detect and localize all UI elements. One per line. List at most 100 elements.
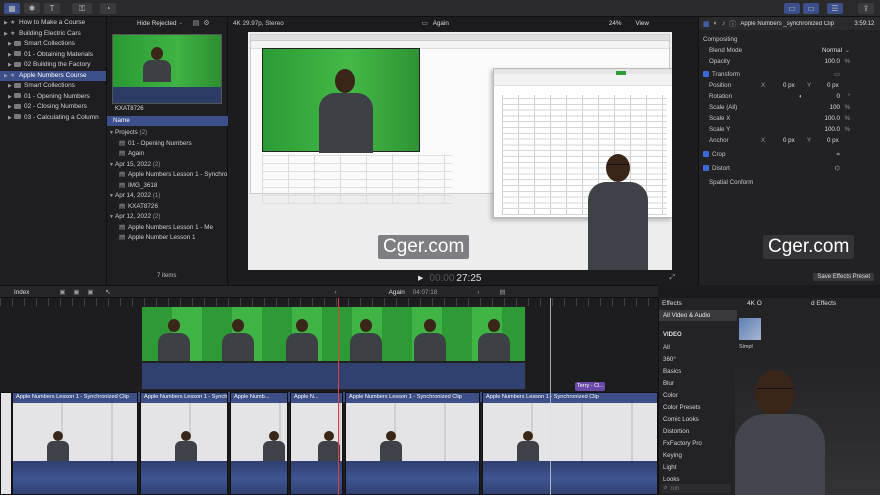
browser-group[interactable]: ▼Apr 14, 2022 (1)	[109, 191, 227, 202]
primary-clip[interactable]: Apple Numbers Lesson 1 - Synchronized Cl…	[345, 392, 480, 495]
audio-skimming-icon[interactable]: ▤	[499, 289, 505, 296]
connected-clip-video[interactable]	[141, 306, 526, 362]
save-effects-preset-button[interactable]: Save Effects Preset	[813, 273, 874, 281]
clip-thumbnail[interactable]	[112, 34, 222, 104]
compositing-section[interactable]: Compositing	[703, 34, 880, 45]
titles-toggle-icon[interactable]: T	[44, 3, 60, 14]
library-item[interactable]: ▶ Smart Collections	[0, 81, 106, 92]
library-item[interactable]: ▶ ★ How to Make a Course	[0, 18, 106, 29]
position-row[interactable]: Position X 0 px Y 0 px	[703, 80, 880, 91]
play-button[interactable]: ▶	[418, 274, 423, 282]
library-item[interactable]: ▶ ★ Apple Numbers Course	[0, 70, 106, 81]
library-item[interactable]: ▶ 02 - Closing Numbers	[0, 102, 106, 113]
select-tool-icon[interactable]: ↖	[105, 289, 110, 296]
browser-clip-item[interactable]: ▤ Apple Number Lesson 1	[109, 233, 227, 244]
blend-mode-row[interactable]: Blend Mode Normal ⌄	[703, 45, 880, 56]
effects-category-header[interactable]: All Video & Audio	[659, 310, 737, 321]
key-icon[interactable]: ⚿	[72, 3, 92, 14]
browser-clip-item[interactable]: ▤ Again	[109, 149, 227, 160]
info-inspector-icon[interactable]: ⓘ	[729, 19, 736, 29]
opacity-row[interactable]: Opacity 100.0 %	[703, 56, 880, 67]
settings-icon[interactable]: ⚙	[203, 19, 209, 27]
layout-inspector-icon[interactable]: ☰	[827, 3, 843, 14]
effects-category[interactable]: 360°	[659, 354, 739, 366]
color-inspector-icon[interactable]: ◐	[714, 20, 718, 27]
viewer: 4K 29.97p, Stereo ▭ Again 24% View Cger.…	[228, 17, 698, 285]
filmstrip-frame-shirt	[222, 333, 254, 361]
photos-toggle-icon[interactable]: ✱	[24, 3, 40, 14]
library-item[interactable]: ▶ 01 - Obtaining Materials	[0, 50, 106, 61]
group-count: (2)	[139, 129, 148, 136]
effects-search-input[interactable]	[671, 484, 727, 493]
filter-dropdown[interactable]: Hide Rejected	[137, 20, 177, 27]
scale-y-row[interactable]: Scale Y 100.0 %	[703, 124, 880, 135]
effects-category[interactable]: Keying	[659, 450, 739, 462]
primary-clip[interactable]: Apple Numbers Lesson 1 - Synchronized Cl…	[140, 392, 228, 495]
primary-clip[interactable]: Apple Numbers Lesson 1 - Synchronized Cl…	[12, 392, 138, 495]
filmstrip-frame-shirt	[414, 333, 446, 361]
filmstrip-frame-shirt	[158, 333, 190, 361]
browser-group[interactable]: ▼Apr 15, 2022 (2)	[109, 160, 227, 171]
library-item[interactable]: ▶ 02 Building the Factory	[0, 60, 106, 71]
filmstrip-icon[interactable]: ▤	[193, 19, 200, 27]
folder-icon	[14, 82, 21, 88]
share-icon[interactable]: ⇪	[858, 3, 874, 14]
insert-clip-icon[interactable]: ▣	[73, 289, 79, 296]
library-item[interactable]: ▶ Smart Collections	[0, 39, 106, 50]
append-clip-icon[interactable]: ▣	[59, 289, 65, 296]
crop-section[interactable]: Crop ⌗	[703, 149, 880, 160]
spatial-conform-section[interactable]: Spatial Conform	[703, 177, 880, 188]
effects-category[interactable]: Color Presets	[659, 402, 739, 414]
effects-category[interactable]: Blur	[659, 378, 739, 390]
audio-inspector-icon[interactable]: ♪	[722, 20, 726, 27]
clip-video-thumb	[13, 403, 137, 461]
filmstrip-frame-person	[360, 319, 372, 332]
browser-group[interactable]: ▼Apr 12, 2022 (2)	[109, 212, 227, 223]
layout-timeline-icon[interactable]: ▭	[803, 3, 819, 14]
effects-category[interactable]: Color	[659, 390, 739, 402]
back-arrow-icon[interactable]: ‹	[335, 289, 337, 296]
scale-all-row[interactable]: Scale (All) 100 %	[703, 102, 880, 113]
name-column-header[interactable]: Name	[107, 116, 228, 126]
effects-category[interactable]: Comic Looks	[659, 414, 739, 426]
overwrite-clip-icon[interactable]: ▣	[87, 289, 93, 296]
zoom-dropdown[interactable]: 24%	[609, 20, 622, 27]
browser-clip-item[interactable]: ▤ IMG_3618	[109, 181, 227, 192]
browser-clip-item[interactable]: ▤ 01 - Opening Numbers	[109, 139, 227, 150]
connected-title-clip[interactable]: Terry - Cl...	[575, 382, 605, 391]
scale-x-row[interactable]: Scale X 100.0 %	[703, 113, 880, 124]
primary-clip[interactable]: Apple Numbers Lesson 1 - Synchronized Cl…	[482, 392, 658, 495]
background-tasks-icon[interactable]: ◔	[100, 3, 116, 14]
effects-category[interactable]: Light	[659, 462, 739, 474]
library-item[interactable]: ▶ ★ Building Electric Cars	[0, 29, 106, 40]
index-button[interactable]: Index	[14, 289, 29, 296]
playhead[interactable]	[338, 298, 339, 495]
view-dropdown[interactable]: View	[635, 20, 649, 27]
library-item[interactable]: ▶ 03 - Calculating a Column	[0, 113, 106, 124]
library-toggle-icon[interactable]: ▦	[4, 3, 20, 14]
primary-clip[interactable]: Apple Numb...	[230, 392, 288, 495]
forward-arrow-icon[interactable]: ›	[477, 289, 479, 296]
browser-clip-item[interactable]: ▤ Apple Numbers Lesson 1 - Me	[109, 223, 227, 234]
library-item[interactable]: ▶ 01 - Opening Numbers	[0, 92, 106, 103]
rotation-row[interactable]: Rotation ◐ 0 °	[703, 91, 880, 102]
browser-clip-item[interactable]: ▤ KXAT8726	[109, 202, 227, 213]
video-inspector-icon[interactable]: ▦	[703, 20, 710, 28]
browser-group[interactable]: ▼Projects (2)	[109, 128, 227, 139]
fullscreen-icon[interactable]: ⤢	[669, 274, 675, 282]
effects-category[interactable]: Basics	[659, 366, 739, 378]
effects-category[interactable]: Distortion	[659, 426, 739, 438]
primary-clip-start[interactable]	[0, 392, 12, 495]
effects-search[interactable]: ⌕	[661, 484, 731, 493]
connected-clip-audio[interactable]	[141, 362, 526, 390]
primary-clip[interactable]: Apple N...	[290, 392, 343, 495]
effects-category[interactable]: All	[659, 342, 739, 354]
layout-browser-icon[interactable]: ▭	[784, 3, 800, 14]
distort-section[interactable]: Distort ⌬	[703, 163, 880, 174]
transform-section[interactable]: Transform ▭	[703, 69, 880, 80]
effects-category[interactable]: FxFactory Pro	[659, 438, 739, 450]
browser-clip-item[interactable]: ▤ Apple Numbers Lesson 1 - Synchro	[109, 170, 227, 181]
anchor-row[interactable]: Anchor X 0 px Y 0 px	[703, 135, 880, 146]
effect-thumbnail[interactable]	[739, 318, 761, 340]
timecode-display: 27:25	[456, 272, 482, 284]
